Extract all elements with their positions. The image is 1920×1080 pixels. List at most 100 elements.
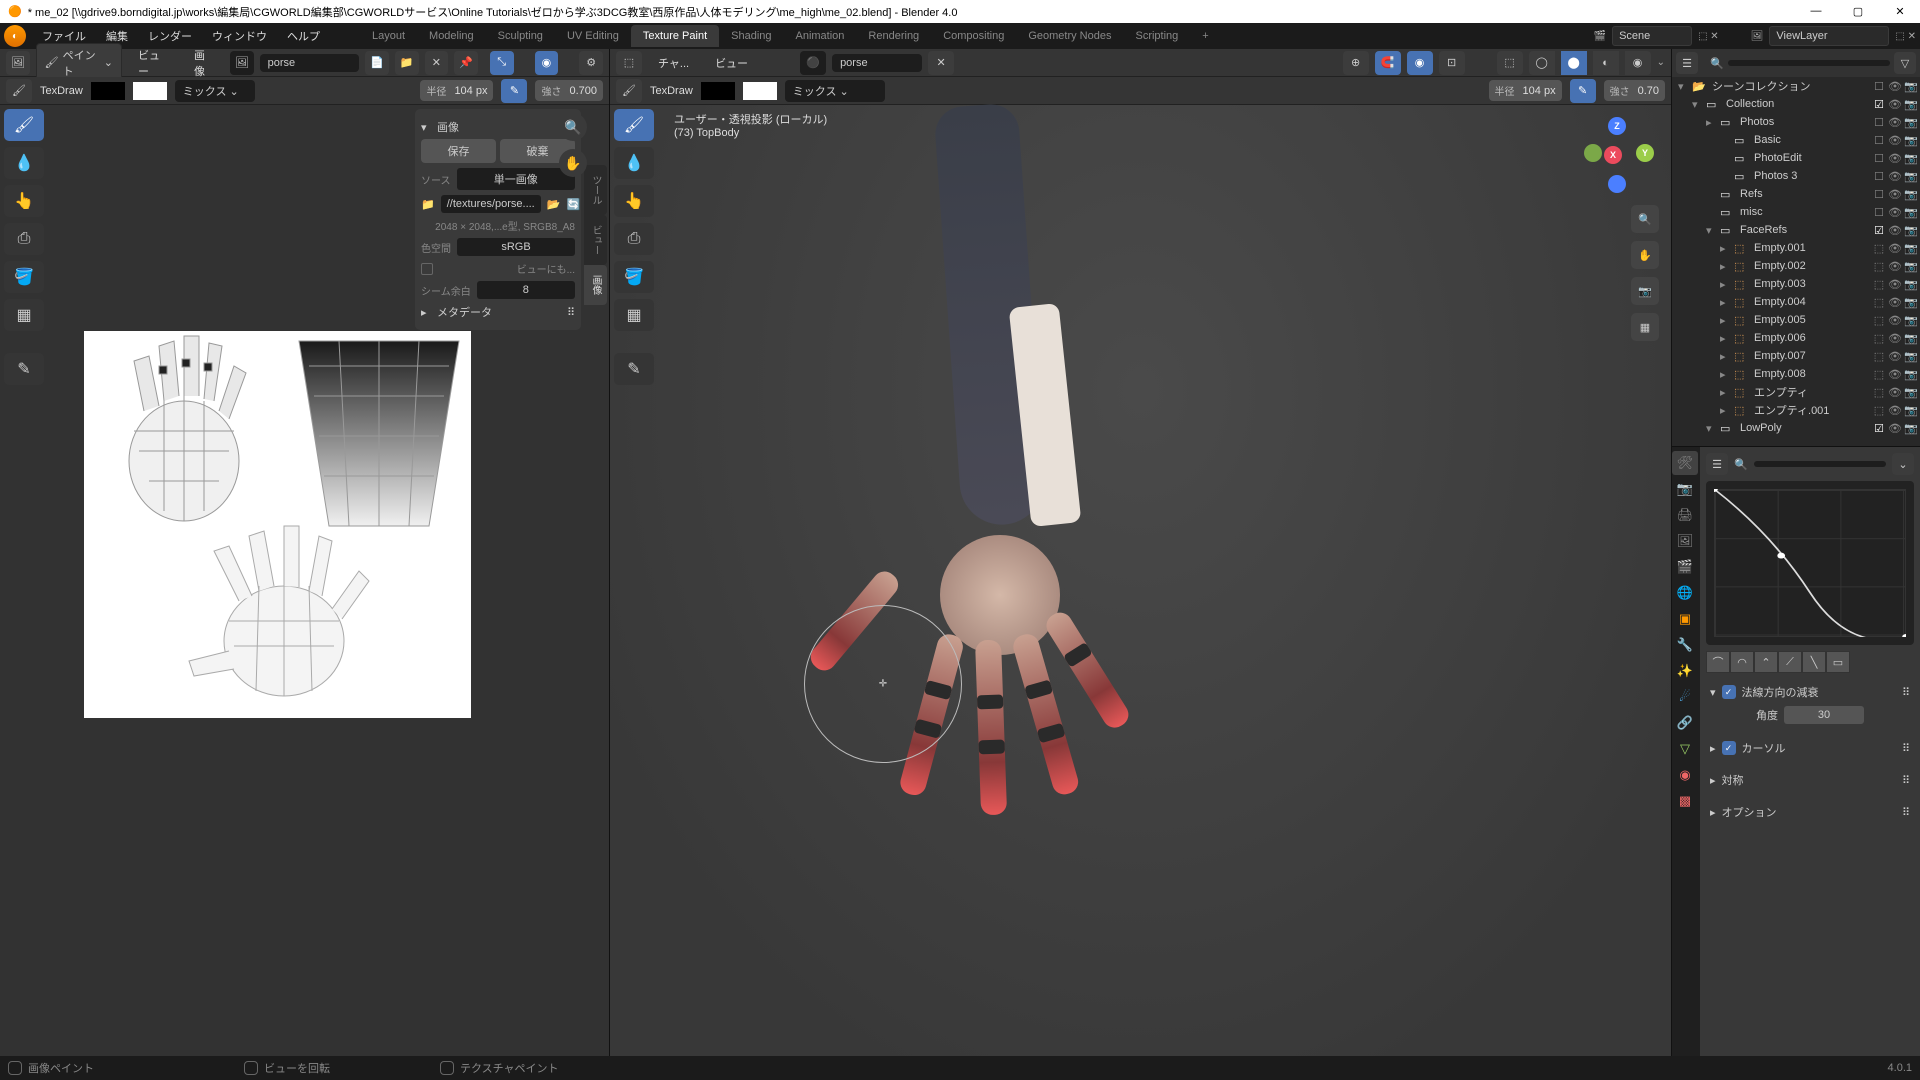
pan-3d-icon[interactable]: ✋ [1631, 241, 1659, 269]
options-icon[interactable]: ⚙ [579, 51, 603, 75]
image-name-field[interactable]: porse [260, 54, 360, 72]
soften-tool-3d[interactable]: 💧 [614, 147, 654, 179]
brush-name-3d[interactable]: TexDraw [650, 85, 693, 97]
blend-mode[interactable]: ミックス ⌄ [175, 80, 255, 102]
snap-icon[interactable]: 🧲 [1375, 51, 1401, 75]
proportional-icon[interactable]: ◉ [1407, 51, 1433, 75]
shading-wire-icon[interactable]: ◯ [1529, 51, 1555, 75]
outliner-type-icon[interactable]: ☰ [1676, 52, 1698, 74]
ptab-constraint[interactable]: 🔗 [1672, 711, 1698, 735]
falloff-curve[interactable] [1706, 481, 1914, 645]
radius-slider[interactable]: 半径104 px [420, 80, 493, 101]
vtab-tool[interactable]: ツール [584, 165, 607, 215]
char-menu[interactable]: チャ... [648, 51, 699, 75]
close-button[interactable]: ✕ [1888, 5, 1912, 18]
tab-add[interactable]: + [1190, 25, 1220, 47]
prop-browse-icon[interactable]: ☰ [1706, 453, 1728, 475]
filepath-field[interactable]: //textures/porse.... [441, 195, 541, 213]
tree-row[interactable]: ▭Photos 3☐👁📷 [1672, 167, 1920, 185]
axis-z-icon[interactable]: Z [1608, 117, 1626, 135]
editor-type-3d-icon[interactable]: ⬚ [616, 51, 642, 75]
axis-y-icon[interactable]: Y [1636, 144, 1654, 162]
normal-falloff-checkbox[interactable]: ✓ [1722, 685, 1736, 699]
shading-solid-icon[interactable]: ⬤ [1561, 51, 1587, 75]
menu-help[interactable]: ヘルプ [277, 24, 330, 48]
cursor-header[interactable]: ▸✓カーソル⠿ [1706, 737, 1914, 759]
ptab-world[interactable]: 🌐 [1672, 581, 1698, 605]
tab-texture-paint[interactable]: Texture Paint [631, 25, 719, 47]
angle-field[interactable]: 30 [1784, 706, 1864, 724]
view-render-checkbox[interactable] [421, 263, 433, 275]
falloff-smooth-icon[interactable]: ⌒ [1706, 651, 1730, 673]
ptab-tool[interactable]: 🛠 [1672, 451, 1698, 475]
stroke-icon[interactable]: ◉ [535, 51, 559, 75]
smear-tool-3d[interactable]: 👆 [614, 185, 654, 217]
falloff-constant-icon[interactable]: ▭ [1826, 651, 1850, 673]
radius-pressure-3d-icon[interactable]: ✎ [1570, 79, 1596, 103]
ptab-particle[interactable]: ✨ [1672, 659, 1698, 683]
falloff-root-icon[interactable]: ⌃ [1754, 651, 1778, 673]
viewlayer-controls-icon[interactable]: ⬚ ✕ [1895, 31, 1916, 42]
brush-icon-3d[interactable]: 🖌 [616, 79, 642, 103]
new-image-icon[interactable]: 📄 [365, 51, 389, 75]
ptab-material[interactable]: ◉ [1672, 763, 1698, 787]
xray-icon[interactable]: ⬚ [1497, 51, 1523, 75]
tree-row[interactable]: ▸⬚Empty.003⬚👁📷 [1672, 275, 1920, 293]
prop-options-icon[interactable]: ⌄ [1892, 453, 1914, 475]
filepath-icon[interactable]: 📁 [421, 198, 435, 211]
tree-row[interactable]: ▸⬚エンプティ.001⬚👁📷 [1672, 401, 1920, 419]
tree-row[interactable]: ▸⬚Empty.007⬚👁📷 [1672, 347, 1920, 365]
color-secondary-3d[interactable] [743, 82, 777, 100]
maximize-button[interactable]: ▢ [1846, 5, 1870, 18]
draw-tool[interactable]: 🖌 [4, 109, 44, 141]
panel-image-header[interactable]: ▾画像⠿ [421, 119, 575, 135]
overlays-icon[interactable]: ⊡ [1439, 51, 1465, 75]
draw-tool-3d[interactable]: 🖌 [614, 109, 654, 141]
tab-rendering[interactable]: Rendering [856, 25, 931, 47]
smear-tool[interactable]: 👆 [4, 185, 44, 217]
uv-texture-canvas[interactable] [84, 331, 471, 718]
tab-compositing[interactable]: Compositing [931, 25, 1016, 47]
tree-row[interactable]: ▭Refs☐👁📷 [1672, 185, 1920, 203]
tab-geometry-nodes[interactable]: Geometry Nodes [1016, 25, 1123, 47]
soften-tool[interactable]: 💧 [4, 147, 44, 179]
open-image-icon[interactable]: 📁 [395, 51, 419, 75]
zoom-3d-icon[interactable]: 🔍 [1631, 205, 1659, 233]
radius-pressure-icon[interactable]: ✎ [501, 79, 527, 103]
options-header[interactable]: ▸オプション⠿ [1706, 801, 1914, 823]
minimize-button[interactable]: — [1804, 5, 1828, 18]
mask-tool[interactable]: ▦ [4, 299, 44, 331]
viewlayer-name-field[interactable]: ViewLayer [1769, 26, 1889, 46]
perspective-icon[interactable]: ▦ [1631, 313, 1659, 341]
ptab-data[interactable]: ▽ [1672, 737, 1698, 761]
tree-row[interactable]: ▸⬚Empty.002⬚👁📷 [1672, 257, 1920, 275]
tab-layout[interactable]: Layout [360, 25, 417, 47]
camera-3d-icon[interactable]: 📷 [1631, 277, 1659, 305]
shading-dropdown-icon[interactable]: ⌄ [1657, 57, 1665, 68]
tree-row[interactable]: ▾▭LowPoly☑👁📷 [1672, 419, 1920, 437]
tab-scripting[interactable]: Scripting [1123, 25, 1190, 47]
image-editor-viewport[interactable]: 🖌 💧 👆 ⎙ 🪣 ▦ ✎ 🔍 ✋ ▾画像⠿ 保存 破棄 ソース [0, 105, 609, 1056]
gizmo-icon[interactable]: ⊕ [1343, 51, 1369, 75]
vtab-view[interactable]: ビュー [584, 215, 607, 265]
colorspace-value[interactable]: sRGB [457, 238, 575, 256]
tab-shading[interactable]: Shading [719, 25, 783, 47]
reload-icon[interactable]: 🔄 [566, 198, 580, 211]
color-secondary[interactable] [133, 82, 167, 100]
scene-name-field[interactable]: Scene [1612, 26, 1692, 46]
tree-row[interactable]: ▾▭FaceRefs☑👁📷 [1672, 221, 1920, 239]
tree-row[interactable]: ▭Basic☐👁📷 [1672, 131, 1920, 149]
radius-slider-3d[interactable]: 半径104 px [1489, 80, 1562, 101]
axis-neg-z-icon[interactable] [1608, 175, 1626, 193]
axis-gizmo[interactable]: Z X Y [1581, 117, 1653, 189]
axis-neg-y-icon[interactable] [1584, 144, 1602, 162]
axis-x-icon[interactable]: X [1604, 146, 1622, 164]
tab-modeling[interactable]: Modeling [417, 25, 486, 47]
blend-mode-3d[interactable]: ミックス ⌄ [785, 80, 885, 102]
cursor-checkbox[interactable]: ✓ [1722, 741, 1736, 755]
tree-row[interactable]: ▭misc☐👁📷 [1672, 203, 1920, 221]
pin-icon[interactable]: 📌 [454, 51, 478, 75]
source-value[interactable]: 単一画像 [457, 168, 576, 190]
ptab-viewlayer[interactable]: 🖼 [1672, 529, 1698, 553]
tree-row[interactable]: ▸⬚エンプティ⬚👁📷 [1672, 383, 1920, 401]
